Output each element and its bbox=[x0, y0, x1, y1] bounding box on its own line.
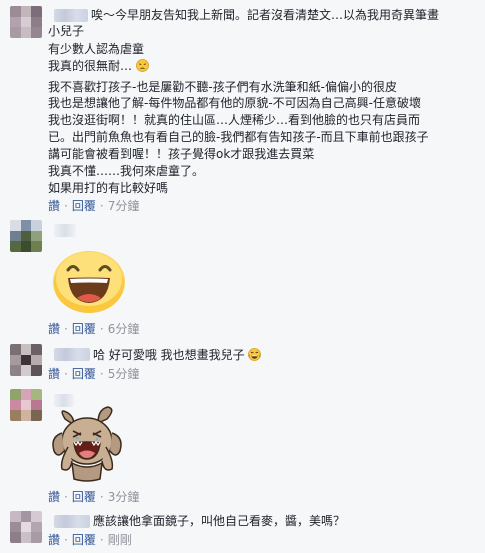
reply-link[interactable]: 回覆 bbox=[72, 490, 96, 504]
avatar[interactable] bbox=[10, 6, 42, 38]
comment-text-line: 我真的很無耐… bbox=[48, 59, 149, 74]
comment-timestamp[interactable]: 剛剛 bbox=[108, 533, 132, 547]
reply-link[interactable]: 回覆 bbox=[72, 322, 96, 336]
avatar[interactable] bbox=[10, 389, 42, 421]
separator: · bbox=[99, 322, 104, 336]
weary-face-icon bbox=[135, 59, 149, 72]
comment-text-line: 唉～今早朋友告知我上新聞。記者沒看清楚文…以為我用奇異筆畫 bbox=[91, 8, 440, 22]
comment-actions: 讚 · 回覆 · 6分鐘 bbox=[48, 322, 139, 336]
separator: · bbox=[99, 199, 104, 213]
separator: · bbox=[64, 533, 68, 547]
comment-text: 哈 好可愛哦 我也想畫我兒子 bbox=[93, 348, 245, 362]
separator: · bbox=[64, 490, 68, 504]
comment-text-line: 我也沒逛街啊！！就真的住山區…人煙稀少…看到他臉的也只有店員而 bbox=[48, 113, 421, 127]
comment-text: 我真的很無耐… bbox=[48, 59, 133, 73]
like-link[interactable]: 讚 bbox=[48, 490, 60, 504]
separator: · bbox=[99, 367, 104, 381]
avatar[interactable] bbox=[10, 511, 42, 543]
comment-actions: 讚 · 回覆 · 7分鐘 bbox=[48, 199, 139, 213]
comment-text-line: 已。出門前魚魚也有看自己的臉-我們都有告知孩子-而且下車前也跟孩子 bbox=[48, 130, 429, 144]
separator: · bbox=[64, 322, 68, 336]
avatar[interactable] bbox=[10, 220, 42, 252]
reply-link[interactable]: 回覆 bbox=[72, 199, 96, 213]
like-link[interactable]: 讚 bbox=[48, 533, 60, 547]
separator: · bbox=[64, 367, 68, 381]
reply-link[interactable]: 回覆 bbox=[72, 533, 96, 547]
comment-timestamp[interactable]: 5分鐘 bbox=[108, 367, 140, 381]
separator: · bbox=[64, 199, 68, 213]
crying-bunny-sticker bbox=[52, 406, 122, 482]
separator: · bbox=[99, 490, 104, 504]
like-link[interactable]: 讚 bbox=[48, 367, 60, 381]
comment-text-line: 如果用打的有比較好嗎 bbox=[48, 181, 169, 195]
comment-actions: 讚 · 回覆 · 剛剛 bbox=[48, 533, 132, 547]
comment-timestamp[interactable]: 6分鐘 bbox=[108, 322, 140, 336]
comment-text-line: 哈 好可愛哦 我也想畫我兒子 bbox=[93, 348, 262, 363]
commenter-name[interactable] bbox=[54, 348, 90, 361]
like-link[interactable]: 讚 bbox=[48, 322, 60, 336]
comment-timestamp[interactable]: 3分鐘 bbox=[108, 490, 140, 504]
comment-text-line: 應該讓他拿面鏡子，叫他自己看麥，醬，美嗎？ bbox=[93, 514, 346, 528]
comment-text-line: 講可能會被看到喔！！孩子覺得ok才跟我進去買菜 bbox=[48, 147, 315, 161]
comment-text-line: 我不喜歡打孩子-也是屢勸不聽-孩子們有水洗筆和紙-偏偏小的很皮 bbox=[48, 80, 397, 94]
separator: · bbox=[99, 533, 104, 547]
like-link[interactable]: 讚 bbox=[48, 199, 60, 213]
laughing-face-icon bbox=[248, 348, 262, 361]
comment-text-line: 有少數人認為虐童 bbox=[48, 42, 145, 56]
comment-timestamp[interactable]: 7分鐘 bbox=[108, 199, 140, 213]
commenter-name[interactable] bbox=[54, 9, 88, 22]
commenter-name[interactable] bbox=[54, 515, 90, 528]
comment-actions: 讚 · 回覆 · 3分鐘 bbox=[48, 490, 139, 504]
comment-text-line: 我也是想讓他了解-每件物品都有他的原貌-不可因為自己高興-任意破壞 bbox=[48, 96, 421, 110]
commenter-name[interactable] bbox=[54, 224, 76, 237]
reply-link[interactable]: 回覆 bbox=[72, 367, 96, 381]
avatar[interactable] bbox=[10, 344, 42, 376]
comment-text-line: 小兒子 bbox=[48, 24, 85, 38]
laughing-face-sticker bbox=[53, 251, 125, 313]
comment-actions: 讚 · 回覆 · 5分鐘 bbox=[48, 367, 139, 381]
comment-text-line: 我真不懂……我何來虐童了。 bbox=[48, 164, 205, 178]
